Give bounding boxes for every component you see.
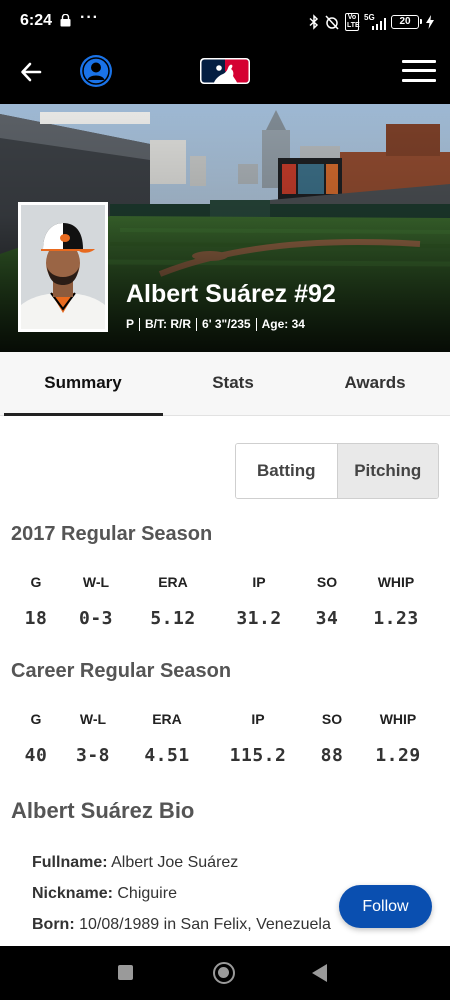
player-position: P — [126, 317, 135, 331]
more-notifications-icon: ··· — [80, 9, 99, 26]
bio-born-value: 10/08/1989 in San Felix, Venezuela — [79, 916, 331, 933]
stat-header: WHIP — [377, 574, 415, 590]
player-headshot — [18, 202, 108, 332]
stat-value: 1.29 — [375, 745, 421, 766]
tab-bar: Summary Stats Awards — [0, 352, 450, 416]
divider — [196, 317, 198, 331]
tab-summary[interactable]: Summary — [8, 352, 158, 416]
alarm-off-icon — [325, 15, 339, 30]
stat-header: G — [30, 711, 42, 727]
hamburger-menu-icon[interactable] — [402, 60, 436, 82]
stat-value: 4.51 — [144, 745, 190, 766]
signal-group: 5G — [364, 14, 386, 30]
batting-toggle-button[interactable]: Batting — [236, 444, 338, 498]
user-avatar-icon[interactable] — [80, 55, 112, 87]
bio-born-label: Born: — [32, 916, 75, 933]
stat-value: 115.2 — [229, 745, 287, 766]
back-triangle-icon[interactable] — [312, 964, 327, 982]
player-name: Albert Suárez #92 — [126, 280, 336, 308]
stat-header: W-L — [82, 574, 110, 590]
stat-header: IP — [252, 574, 266, 590]
battery-icon: 20 — [391, 15, 422, 29]
player-meta: P B/T: R/R 6' 3"/235 Age: 34 — [126, 317, 305, 331]
stat-value: 31.2 — [236, 608, 282, 629]
batting-pitching-toggle: Batting Pitching — [235, 443, 439, 499]
mlb-logo[interactable] — [200, 58, 250, 84]
player-hero: Albert Suárez #92 P B/T: R/R 6' 3"/235 A… — [0, 104, 450, 352]
app-header — [0, 44, 450, 104]
stat-header: ERA — [158, 574, 188, 590]
active-tab-indicator — [4, 413, 163, 416]
stat-header: G — [30, 574, 42, 590]
tab-awards[interactable]: Awards — [300, 352, 450, 416]
bio-nickname: Nickname: Chiguire — [32, 885, 177, 903]
system-nav-bar — [0, 946, 450, 1000]
bio-born: Born: 10/08/1989 in San Felix, Venezuela — [32, 916, 331, 934]
stat-header: ERA — [152, 711, 182, 727]
stat-header: W-L — [79, 711, 107, 727]
bio-fullname-value: Albert Joe Suárez — [111, 854, 239, 871]
player-height-weight: 6' 3"/235 — [202, 317, 251, 331]
season-stats-title: 2017 Regular Season — [11, 523, 213, 545]
charging-icon — [426, 15, 434, 29]
stat-value: 5.12 — [150, 608, 196, 629]
career-stats-title: Career Regular Season — [11, 660, 232, 682]
back-arrow-icon[interactable] — [18, 58, 46, 86]
status-bar: 6:24 ··· Vo LTE 5G 20 — [0, 0, 450, 44]
bluetooth-icon — [309, 14, 319, 30]
stat-value: 34 — [315, 608, 339, 629]
bio-fullname-label: Fullname: — [32, 854, 108, 871]
signal-icon — [372, 18, 386, 30]
bio-title: Albert Suárez Bio — [11, 798, 195, 823]
stat-value: 40 — [24, 745, 48, 766]
status-time: 6:24 — [20, 12, 53, 29]
stat-header: WHIP — [379, 711, 417, 727]
player-age: Age: 34 — [261, 317, 305, 331]
home-icon[interactable] — [213, 962, 235, 984]
divider — [255, 317, 257, 331]
volte-icon: Vo LTE — [345, 13, 360, 31]
stat-header: SO — [316, 574, 338, 590]
stat-value: 0-3 — [78, 608, 114, 629]
stat-header: SO — [321, 711, 343, 727]
status-icons: Vo LTE 5G 20 — [309, 12, 434, 32]
lock-icon — [60, 14, 71, 27]
stat-value: 88 — [320, 745, 344, 766]
follow-button[interactable]: Follow — [339, 885, 432, 928]
stat-value: 1.23 — [373, 608, 419, 629]
bio-nickname-value: Chiguire — [117, 885, 177, 902]
player-content: Summary Stats Awards Batting Pitching 20… — [0, 352, 450, 946]
divider — [139, 317, 141, 331]
bio-fullname: Fullname: Albert Joe Suárez — [32, 854, 238, 872]
tab-stats[interactable]: Stats — [158, 352, 308, 416]
stat-value: 3-8 — [75, 745, 111, 766]
stat-header: IP — [251, 711, 265, 727]
recent-apps-icon[interactable] — [118, 965, 133, 980]
player-bats-throws: B/T: R/R — [145, 317, 192, 331]
bio-nickname-label: Nickname: — [32, 885, 113, 902]
stat-value: 18 — [24, 608, 48, 629]
pitching-toggle-button[interactable]: Pitching — [337, 444, 438, 498]
